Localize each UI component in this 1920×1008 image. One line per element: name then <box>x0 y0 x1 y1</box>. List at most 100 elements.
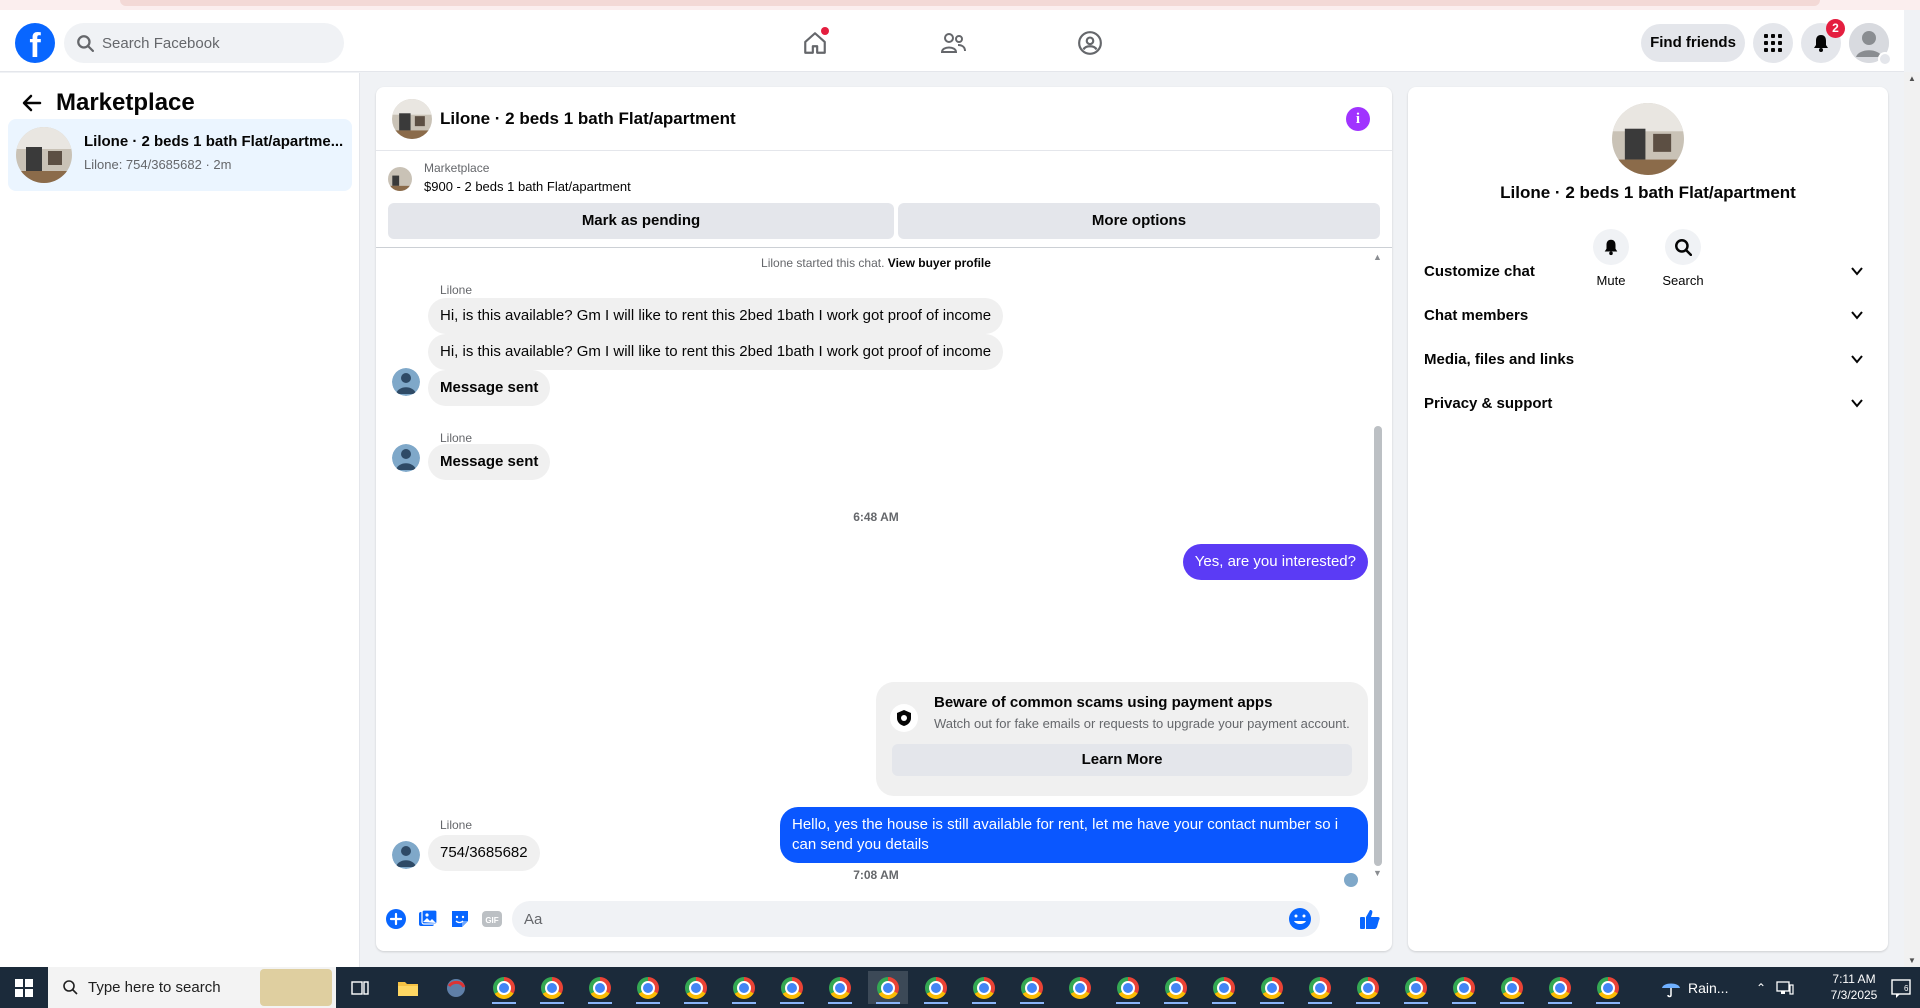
chrome-profile-app[interactable] <box>916 971 956 1004</box>
bell-icon <box>1814 35 1828 52</box>
thread-scrollbar[interactable]: ▲ ▼ <box>1372 252 1384 878</box>
sender-avatar[interactable] <box>392 841 420 869</box>
chrome-profile-app[interactable] <box>724 971 764 1004</box>
page-scroll-up-icon[interactable]: ▲ <box>1908 74 1916 83</box>
menu-button[interactable] <box>1753 23 1793 63</box>
chrome-profile-app[interactable] <box>484 971 524 1004</box>
like-button[interactable] <box>1358 907 1382 931</box>
app-running-indicator <box>1596 1002 1620 1004</box>
conversation-item[interactable]: Lilone · 2 beds 1 bath Flat/apartme... L… <box>8 119 352 191</box>
sender-name: Lilone <box>440 431 473 445</box>
learn-more-button[interactable]: Learn More <box>892 744 1352 776</box>
groups-nav-button[interactable] <box>1070 23 1110 63</box>
plus-circle-icon <box>386 909 406 929</box>
sticker-button[interactable] <box>448 907 472 931</box>
gif-button[interactable]: GIF <box>480 907 504 931</box>
weather-widget[interactable]: Rain... <box>1660 967 1728 1008</box>
chrome-app[interactable] <box>1060 971 1100 1004</box>
incoming-message[interactable]: 754/3685682 <box>428 835 540 871</box>
chrome-icon <box>1261 976 1283 999</box>
chrome-icon <box>541 976 563 999</box>
page-scrollbar[interactable]: ▲ ▼ <box>1904 72 1920 967</box>
view-buyer-profile-link[interactable]: View buyer profile <box>888 256 991 270</box>
task-view-icon <box>351 980 369 995</box>
chrome-profile-app[interactable] <box>1252 971 1292 1004</box>
start-button[interactable] <box>0 967 48 1008</box>
taskbar-search-box[interactable]: Type here to search <box>48 967 336 1008</box>
privacy-support-section[interactable]: Privacy & support <box>1424 381 1872 425</box>
chrome-profile-app[interactable] <box>1492 971 1532 1004</box>
app-running-indicator <box>1500 1002 1524 1004</box>
conversation-preview: Lilone: 754/3685682 · 2m <box>84 157 232 172</box>
info-icon[interactable]: i <box>1346 107 1370 131</box>
search-box[interactable] <box>64 23 344 63</box>
chrome-profile-app[interactable] <box>1300 971 1340 1004</box>
more-options-button[interactable]: More options <box>898 203 1380 239</box>
back-button[interactable] <box>18 89 46 117</box>
chrome-profile-app[interactable] <box>1204 971 1244 1004</box>
add-attachment-button[interactable] <box>384 907 408 931</box>
message-input[interactable] <box>524 901 1284 937</box>
chrome-icon <box>1405 976 1427 999</box>
taskbar-clock[interactable]: 7:11 AM 7/3/2025 <box>1822 971 1886 1003</box>
media-files-links-section[interactable]: Media, files and links <box>1424 337 1872 381</box>
chrome-profile-app[interactable] <box>628 971 668 1004</box>
search-input[interactable] <box>98 23 334 63</box>
chrome-profile-app[interactable] <box>580 971 620 1004</box>
app-running-indicator <box>1164 1002 1188 1004</box>
pinned-app-1[interactable] <box>436 971 476 1004</box>
friends-nav-button[interactable] <box>933 23 973 63</box>
outgoing-message[interactable]: Hello, yes the house is still available … <box>780 807 1368 863</box>
notifications-button[interactable]: 2 <box>1801 19 1845 63</box>
chrome-profile-app[interactable] <box>1588 971 1628 1004</box>
network-icon[interactable] <box>1776 980 1794 995</box>
find-friends-button[interactable]: Find friends <box>1641 24 1745 62</box>
app-running-indicator <box>972 1002 996 1004</box>
incoming-message[interactable]: Message sent <box>428 444 551 480</box>
incoming-message[interactable]: Hi, is this available? Gm I will like to… <box>428 298 1004 334</box>
facebook-logo-icon[interactable]: f <box>15 23 55 63</box>
clock-date: 7/3/2025 <box>1830 988 1878 1002</box>
chrome-profile-app[interactable] <box>1012 971 1052 1004</box>
marketplace-sidebar: Marketplace Lilone · 2 beds 1 bath Flat/… <box>0 73 360 967</box>
task-view-button[interactable] <box>340 971 380 1004</box>
chat-members-section[interactable]: Chat members <box>1424 293 1872 337</box>
message-input-box[interactable] <box>512 901 1320 937</box>
incoming-message[interactable]: Message sent <box>428 370 551 406</box>
action-center-icon[interactable]: 6 <box>1890 977 1912 999</box>
emoji-icon[interactable] <box>1288 907 1312 931</box>
chevron-up-icon[interactable]: ⌃ <box>1756 981 1766 995</box>
thread-scroll-thumb[interactable] <box>1374 426 1382 866</box>
home-nav-button[interactable] <box>795 23 835 63</box>
sticker-icon <box>452 911 468 927</box>
chrome-profile-app[interactable] <box>1444 971 1484 1004</box>
friends-icon <box>940 33 966 53</box>
chrome-profile-app[interactable] <box>532 971 572 1004</box>
chrome-profile-app[interactable] <box>1540 971 1580 1004</box>
chrome-profile-app[interactable] <box>1396 971 1436 1004</box>
page-scroll-down-icon[interactable]: ▼ <box>1908 956 1916 965</box>
sender-avatar[interactable] <box>392 444 420 472</box>
details-listing-photo[interactable] <box>1612 103 1684 175</box>
incoming-message[interactable]: Hi, is this available? Gm I will like to… <box>428 334 1004 370</box>
sender-avatar[interactable] <box>392 368 420 396</box>
mark-as-pending-button[interactable]: Mark as pending <box>388 203 894 239</box>
chat-title[interactable]: Lilone · 2 beds 1 bath Flat/apartment <box>440 109 736 129</box>
details-title: Lilone · 2 beds 1 bath Flat/apartment <box>1500 183 1796 202</box>
chat-listing-thumbnail[interactable] <box>392 99 432 139</box>
account-avatar-button[interactable] <box>1849 23 1892 66</box>
chrome-profile-app[interactable] <box>772 971 812 1004</box>
customize-chat-section[interactable]: Customize chat <box>1424 249 1872 293</box>
chrome-profile-app[interactable] <box>1348 971 1388 1004</box>
file-explorer-app[interactable] <box>388 971 428 1004</box>
chrome-profile-app[interactable] <box>964 971 1004 1004</box>
chrome-profile-app[interactable] <box>676 971 716 1004</box>
photo-button[interactable] <box>416 907 440 931</box>
chrome-profile-app[interactable] <box>1108 971 1148 1004</box>
chrome-profile-app[interactable] <box>1156 971 1196 1004</box>
listing-category: Marketplace <box>424 161 490 175</box>
chat-start-notice: Lilone started this chat. View buyer pro… <box>376 256 1376 270</box>
chrome-profile-app-active[interactable] <box>868 971 908 1004</box>
chrome-profile-app[interactable] <box>820 971 860 1004</box>
outgoing-message[interactable]: Yes, are you interested? <box>1182 544 1368 580</box>
